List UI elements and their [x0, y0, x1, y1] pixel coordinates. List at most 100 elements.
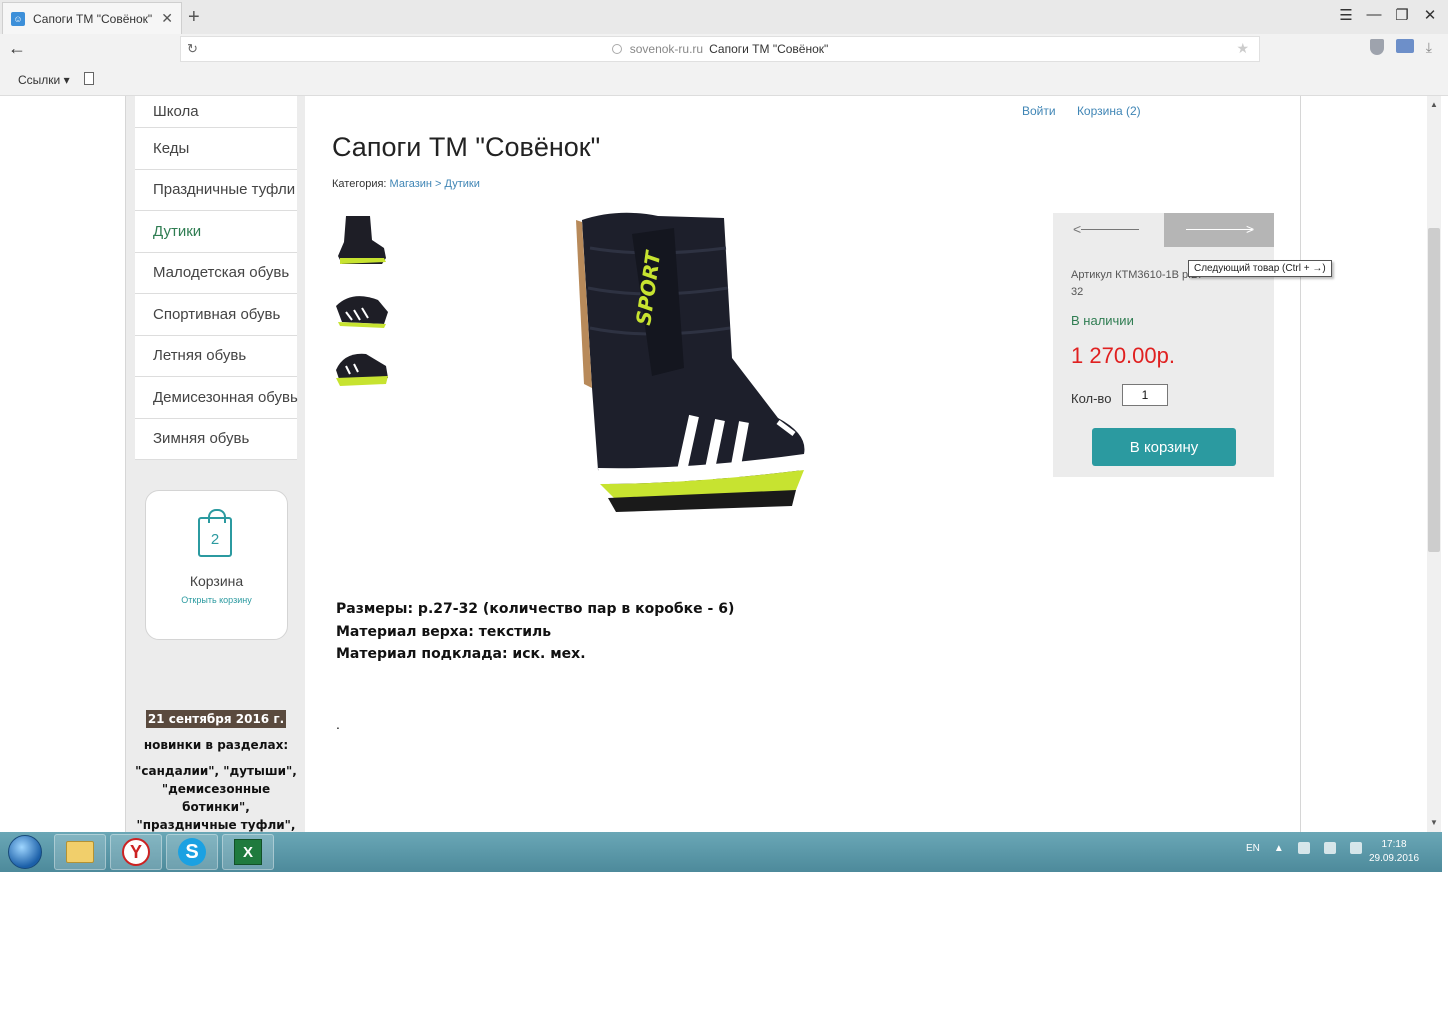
description-upper: Материал верха: текстиль	[336, 623, 552, 640]
menu-item-demiseason[interactable]: Демисезонная обувь	[135, 377, 298, 419]
trailing-dot: .	[336, 716, 340, 732]
clock-time: 17:18	[1381, 839, 1407, 850]
cart-count: 2	[210, 531, 220, 548]
main-content: Войти Корзина (2) Сапоги ТМ "Совёнок" Ка…	[306, 96, 1332, 832]
clock-date: 29.09.2016	[1368, 853, 1420, 864]
description-lining: Материал подклада: иск. мех.	[336, 646, 586, 662]
tab-bar: ☺ Сапоги ТМ "Совёнок" ✕ + ☰ — ❐ ✕	[0, 0, 1448, 34]
back-arrow-icon[interactable]: ←	[8, 38, 26, 59]
system-tray: EN ▲	[1246, 842, 1362, 854]
open-cart-link[interactable]: Открыть корзину	[146, 595, 287, 605]
menu-item-school[interactable]: Школа	[135, 96, 297, 128]
taskbar-yandex-browser[interactable]: Y	[110, 834, 162, 870]
top-links: Войти Корзина (2)	[1022, 104, 1159, 118]
stock-status: В наличии	[1071, 313, 1134, 328]
category-menu: Школа Кеды Праздничные туфли Дутики Мало…	[135, 96, 298, 460]
taskbar-excel[interactable]: X	[222, 834, 274, 870]
site-favicon-icon: ☺	[11, 11, 25, 26]
description-sizes: Размеры: р.27-32 (количество пар в короб…	[336, 601, 735, 617]
taskbar-skype[interactable]: S	[166, 834, 218, 870]
prev-arrow-line	[1081, 229, 1139, 230]
flag-icon[interactable]	[1297, 842, 1310, 854]
menu-item-summer[interactable]: Летняя обувь	[135, 335, 297, 377]
tray-expand-icon[interactable]: ▲	[1274, 843, 1284, 854]
bookmark-star-icon[interactable]: ★	[1236, 40, 1249, 57]
window-controls: ☰ — ❐ ✕	[1338, 6, 1438, 24]
category-label: Категория:	[332, 178, 387, 190]
product-main-image: SPORT	[576, 212, 805, 512]
news-line-2: "сандалии", "дутыши", "демисезонные боти…	[135, 764, 297, 832]
taskbar: Y S X EN ▲ 17:18 29.09.2016	[0, 832, 1442, 872]
folder-icon	[66, 841, 94, 863]
crumb-shop[interactable]: Магазин	[390, 178, 432, 190]
globe-icon	[611, 44, 622, 54]
login-link[interactable]: Войти	[1022, 104, 1056, 118]
thumbnail-2[interactable]	[332, 286, 390, 340]
sku-line-2: 32	[1071, 286, 1084, 298]
buy-box: < > Артикул КТМ3610-1В р.27- 32 В наличи…	[1053, 213, 1274, 477]
download-icon[interactable]: ⤓	[1426, 39, 1432, 56]
url-text: sovenok-ru.ru Сапоги ТМ "Совёнок"	[181, 42, 1259, 56]
start-button[interactable]	[8, 835, 42, 869]
menu-item-dutiki[interactable]: Дутики	[135, 211, 297, 253]
crumb-separator: >	[435, 178, 442, 190]
next-product-tooltip: Следующий товар (Ctrl + →)	[1188, 260, 1332, 277]
bookmarks-links[interactable]: Ссылки ▾	[18, 73, 70, 87]
mail-icon[interactable]	[1395, 39, 1414, 53]
quantity-label: Кол-во	[1071, 391, 1112, 406]
menu-icon[interactable]: ☰	[1338, 6, 1354, 24]
address-bar: ← ↻ sovenok-ru.ru Сапоги ТМ "Совёнок" ★ ⤓	[0, 34, 1448, 64]
scroll-thumb[interactable]	[1428, 228, 1440, 552]
breadcrumb: Категория: Магазин > Дутики	[332, 178, 480, 190]
url-page-title: Сапоги ТМ "Совёнок"	[709, 42, 829, 56]
cart-link[interactable]: Корзина (2)	[1077, 104, 1141, 118]
close-tab-icon[interactable]: ✕	[161, 10, 173, 27]
arrow-left-icon: <	[1073, 221, 1082, 237]
scroll-up-icon[interactable]: ▲	[1430, 100, 1438, 109]
minimize-icon[interactable]: —	[1366, 6, 1382, 24]
menu-item-toddler[interactable]: Малодетская обувь	[135, 252, 297, 294]
volume-icon[interactable]	[1349, 842, 1362, 854]
thumbnail-3[interactable]	[332, 344, 390, 398]
clock[interactable]: 17:18 29.09.2016	[1364, 838, 1424, 866]
network-icon[interactable]	[1323, 842, 1336, 854]
next-product-button[interactable]: >	[1164, 213, 1274, 247]
next-arrow-line	[1186, 229, 1252, 230]
arrow-right-icon: >	[1246, 221, 1255, 237]
add-to-cart-button[interactable]: В корзину	[1092, 428, 1236, 466]
shopping-bag-icon: 2	[198, 509, 232, 557]
skype-icon: S	[178, 838, 206, 866]
new-tab-button[interactable]: +	[188, 6, 200, 29]
toolbar-icons: ⤓	[1369, 39, 1432, 56]
menu-item-winter[interactable]: Зимняя обувь	[135, 418, 297, 460]
crumb-dutiki[interactable]: Дутики	[445, 178, 480, 190]
bookmarks-bar: Ссылки ▾	[0, 64, 1448, 96]
close-window-icon[interactable]: ✕	[1422, 6, 1438, 24]
scrollbar[interactable]: ▲ ▼	[1427, 96, 1441, 832]
news-date: 21 сентября 2016 г.	[145, 710, 287, 728]
thumbnail-1[interactable]	[332, 212, 390, 266]
excel-icon: X	[234, 839, 262, 865]
quantity-input[interactable]: 1	[1122, 384, 1168, 406]
language-indicator[interactable]: EN	[1246, 843, 1260, 854]
restore-icon[interactable]: ❐	[1394, 6, 1410, 24]
tab-title: Сапоги ТМ "Совёнок"	[33, 11, 153, 26]
url-field[interactable]: ↻ sovenok-ru.ru Сапоги ТМ "Совёнок" ★	[180, 36, 1260, 62]
document-icon[interactable]	[84, 72, 94, 85]
menu-item-sneakers[interactable]: Кеды	[135, 128, 297, 170]
prev-product-button[interactable]: <	[1053, 213, 1163, 247]
shield-icon[interactable]	[1369, 39, 1384, 55]
news-line-1: новинки в разделах:	[143, 738, 289, 752]
cart-widget[interactable]: 2 Корзина Открыть корзину	[145, 490, 288, 640]
scroll-down-icon[interactable]: ▼	[1430, 818, 1438, 827]
url-host: sovenok-ru.ru	[629, 42, 704, 56]
menu-item-festive-shoes[interactable]: Праздничные туфли	[135, 169, 297, 211]
browser-tab[interactable]: ☺ Сапоги ТМ "Совёнок" ✕	[2, 2, 182, 34]
page-viewport: Школа Кеды Праздничные туфли Дутики Мало…	[0, 96, 1448, 832]
menu-item-sport[interactable]: Спортивная обувь	[135, 294, 297, 336]
page-border-right	[1300, 96, 1301, 832]
product-title: Сапоги ТМ "Совёнок"	[332, 132, 601, 162]
product-description: Размеры: р.27-32 (количество пар в короб…	[336, 598, 734, 666]
taskbar-explorer[interactable]	[54, 834, 106, 870]
news-block: 21 сентября 2016 г. новинки в разделах: …	[135, 710, 297, 832]
